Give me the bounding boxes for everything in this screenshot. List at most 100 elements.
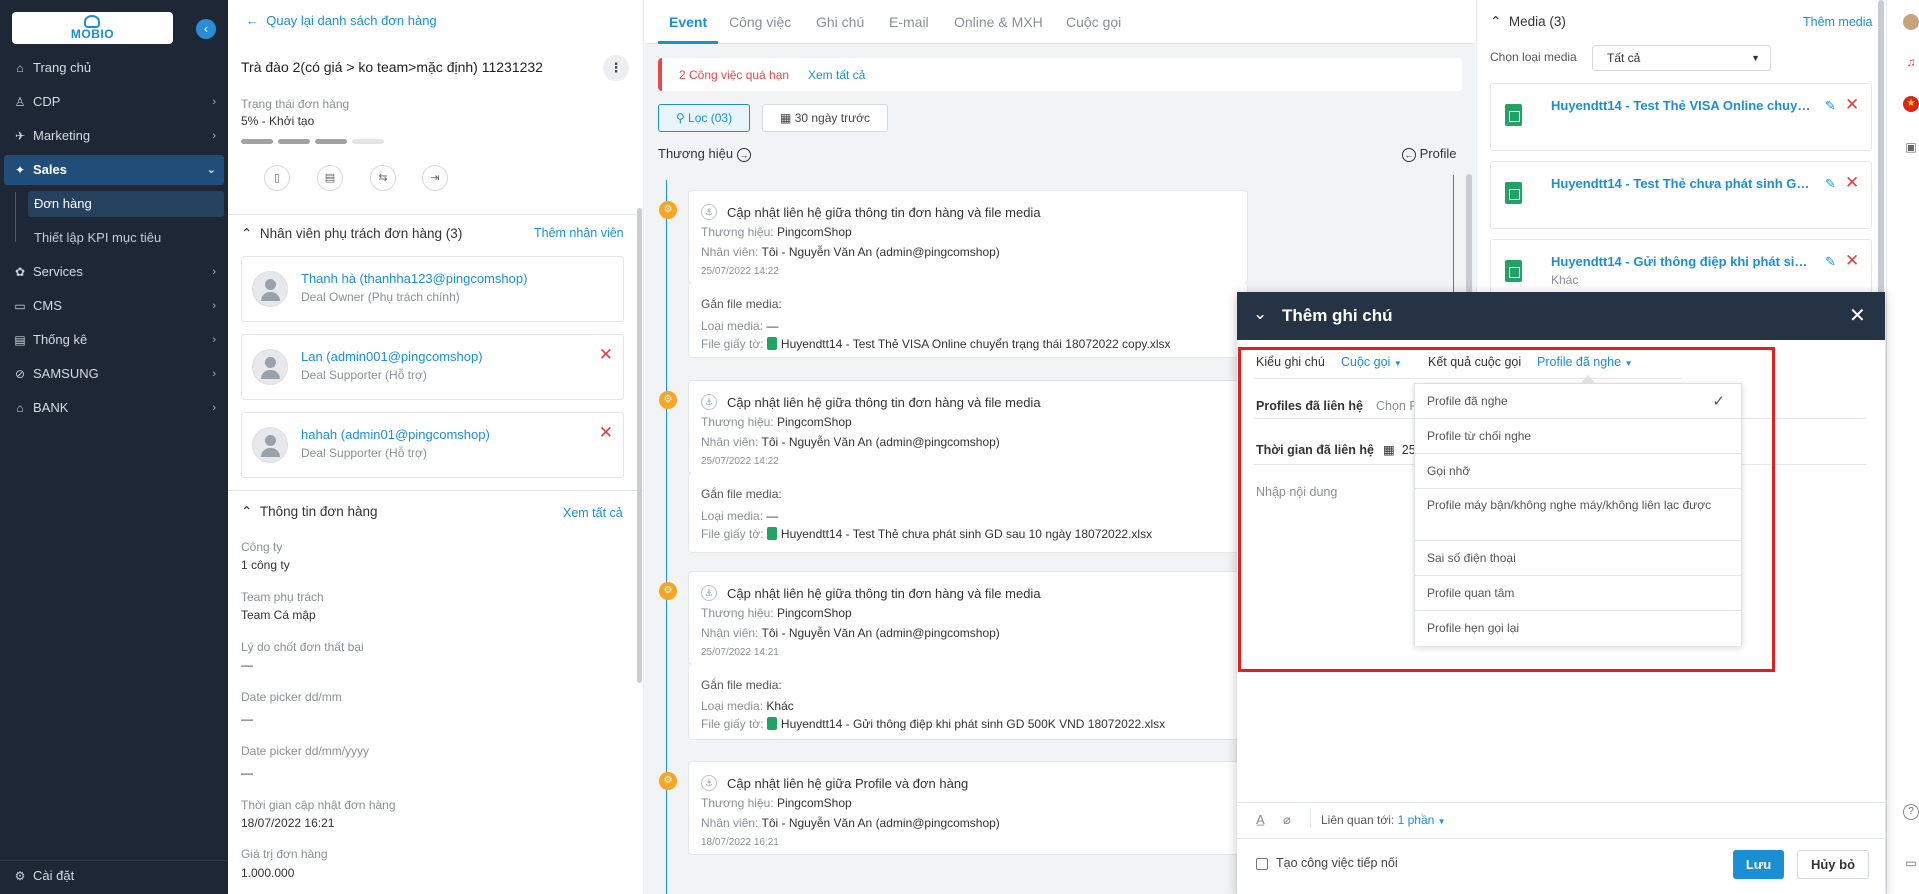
info-section-header[interactable]: ⌃ Thông tin đơn hàng [241, 504, 378, 520]
date-range-button[interactable]: ▦ 30 ngày trước [762, 104, 888, 132]
help-icon[interactable]: ? [1903, 804, 1919, 820]
close-icon[interactable]: ✕ [1849, 303, 1866, 328]
main-sidebar: MOBIO ‹ ⌂ Trang chủ ♙ CDP › ✈ Marketing › ✦ Sa… [0, 0, 228, 894]
text-format-icon[interactable]: A̲ [1256, 812, 1265, 827]
staff-name[interactable]: Thanh hà (thanhha123@pingcomshop) [301, 271, 527, 286]
delete-icon[interactable]: ✕ [1845, 173, 1859, 193]
attachment-icon[interactable]: ⌀ [1283, 812, 1291, 828]
dialog-header: ⌄ Thêm ghi chú ✕ [1237, 292, 1885, 340]
nav-item-cdp[interactable]: ♙ CDP › [0, 87, 228, 117]
back-link[interactable]: ← Quay lại danh sách đơn hàng [246, 13, 437, 28]
nav-label: Sales [33, 162, 67, 177]
vietnam-flag-icon[interactable]: ★ [1903, 96, 1919, 112]
remove-icon[interactable]: ✕ [599, 423, 613, 443]
related-select[interactable]: 1 phần [1398, 813, 1435, 827]
staff-name[interactable]: Lan (admin001@pingcomshop) [301, 349, 483, 364]
event-title: Cập nhật liên hệ giữa thông tin đơn hàng… [727, 586, 1041, 601]
arrow-right-circle-icon[interactable]: → [736, 148, 751, 162]
media-name[interactable]: Huyendtt14 - Test Thẻ VISA Online chuyển… [1551, 98, 1813, 113]
event-marker: ⚙ [659, 582, 677, 600]
nav-item-sales[interactable]: ✦ Sales ⌄ [4, 155, 224, 185]
event-title: Cập nhật liên hệ giữa Profile và đơn hàn… [727, 776, 969, 791]
staff-card: hahah (admin01@pingcomshop) Deal Supporte… [241, 412, 624, 478]
document-icon[interactable]: ▯ [264, 165, 290, 191]
nav-item-home[interactable]: ⌂ Trang chủ [0, 53, 228, 83]
tab-calls[interactable]: Cuộc gọi [1066, 14, 1121, 30]
nav-item-settings[interactable]: ⚙ Cài đặt [0, 860, 228, 890]
gift-icon[interactable]: ▣ [1903, 139, 1919, 155]
event-attachment: Gắn file media: Loại media: Khác File gi… [688, 664, 1248, 740]
mobio-logo[interactable]: MOBIO [12, 12, 173, 44]
scrollbar[interactable] [637, 208, 642, 683]
user-icon: ♙ [14, 95, 26, 109]
field-value: — [241, 658, 253, 672]
chat-icon[interactable]: ▭ [1903, 855, 1919, 871]
chevron-down-icon[interactable]: ⌄ [1253, 304, 1267, 324]
media-name[interactable]: Huyendtt14 - Gửi thông điệp khi phát sin… [1551, 254, 1813, 269]
file-name[interactable]: Huyendtt14 - Test Thẻ VISA Online chuyển… [781, 337, 1171, 351]
row-value: PingcomShop [776, 225, 852, 239]
delete-icon[interactable]: ✕ [1845, 95, 1859, 115]
dialog-title: Thêm ghi chú [1282, 306, 1393, 325]
staff-name[interactable]: hahah (admin01@pingcomshop) [301, 427, 490, 442]
tab-event[interactable]: Event [669, 14, 707, 30]
followup-checkbox[interactable] [1256, 858, 1268, 870]
overdue-see-all-link[interactable]: Xem tất cả [808, 68, 865, 82]
delete-icon[interactable]: ✕ [1845, 251, 1859, 271]
event-brand: Thương hiệu: PingcomShop [701, 415, 852, 429]
arrow-left-circle-icon[interactable]: ← [1402, 148, 1416, 162]
add-media-link[interactable]: Thêm media [1803, 15, 1872, 29]
collapse-sidebar-button[interactable]: ‹ [196, 19, 216, 39]
row-value: Tôi - Nguyễn Văn An (admin@pingcomshop) [761, 626, 1000, 640]
row-label: Thương hiệu: [701, 415, 774, 429]
edit-icon[interactable]: ✎ [1825, 176, 1836, 192]
excel-file-icon [766, 337, 777, 350]
followup-label: Tạo công việc tiếp nối [1276, 856, 1398, 870]
nav-item-samsung[interactable]: ⊘ SAMSUNG › [0, 359, 228, 389]
media-type-row: Loại media: — [701, 509, 778, 523]
media-name[interactable]: Huyendtt14 - Test Thẻ chưa phát sinh GD … [1551, 176, 1813, 191]
more-options-button[interactable]: ⋮ [603, 55, 629, 81]
tab-notes[interactable]: Ghi chú [816, 14, 864, 30]
nav-item-cms[interactable]: ▭ CMS › [0, 291, 228, 321]
bell-icon[interactable]: ♫ [1903, 54, 1919, 70]
filter-button[interactable]: ⚲ Lọc (03) [658, 104, 750, 132]
nav-item-services[interactable]: ✿ Services › [0, 257, 228, 287]
overdue-text: 2 Công việc quá hạn [679, 68, 790, 82]
user-avatar[interactable] [1903, 14, 1919, 30]
field-value: — [241, 766, 253, 780]
nav-item-marketing[interactable]: ✈ Marketing › [0, 121, 228, 151]
add-staff-link[interactable]: Thêm nhân viên [534, 226, 624, 240]
media-type-select[interactable]: Tất cả ▼ [1592, 45, 1771, 71]
nav-item-bank[interactable]: ⌂ BANK › [0, 393, 228, 423]
nav-subitem-orders[interactable]: Đơn hàng [28, 191, 224, 217]
related-to: Liên quan tới: 1 phần ▼ [1321, 813, 1446, 827]
transfer-icon[interactable]: ⇆ [370, 165, 396, 191]
info-see-all-link[interactable]: Xem tất cả [563, 506, 623, 520]
file-name[interactable]: Huyendtt14 - Test Thẻ chưa phát sinh GD … [781, 527, 1152, 541]
file-name[interactable]: Huyendtt14 - Gửi thông điệp khi phát sin… [781, 717, 1165, 731]
event-title: Cập nhật liên hệ giữa thông tin đơn hàng… [727, 395, 1041, 410]
event-brand: Thương hiệu: PingcomShop [701, 796, 852, 810]
row-label: File giấy tờ: [701, 337, 764, 351]
tab-email[interactable]: E-mail [889, 14, 929, 30]
handshake-icon: ✦ [14, 163, 26, 177]
tab-online-social[interactable]: Online & MXH [954, 14, 1043, 30]
nav-subitem-kpi[interactable]: Thiết lập KPI mục tiêu [28, 225, 224, 251]
axis-label: Profile [1419, 146, 1457, 161]
nav-item-stats[interactable]: ▤ Thống kê › [0, 325, 228, 355]
file-icon[interactable]: ▤ [317, 165, 343, 191]
field-value: Team Cá mập [241, 608, 316, 622]
export-icon[interactable]: ⇥ [422, 165, 448, 191]
edit-icon[interactable]: ✎ [1825, 254, 1836, 270]
edit-icon[interactable]: ✎ [1825, 98, 1836, 114]
cancel-button[interactable]: Hủy bỏ [1797, 850, 1869, 879]
chevron-up-icon: ⌃ [241, 504, 253, 519]
remove-icon[interactable]: ✕ [599, 345, 613, 365]
tab-tasks[interactable]: Công việc [729, 14, 791, 30]
chevron-right-icon: › [212, 334, 216, 346]
chevron-right-icon: › [212, 266, 216, 278]
media-header[interactable]: ⌃ Media (3) [1490, 14, 1566, 30]
staff-section-header[interactable]: ⌃ Nhân viên phụ trách đơn hàng (3) [241, 226, 462, 242]
save-button[interactable]: Lưu [1733, 850, 1784, 879]
